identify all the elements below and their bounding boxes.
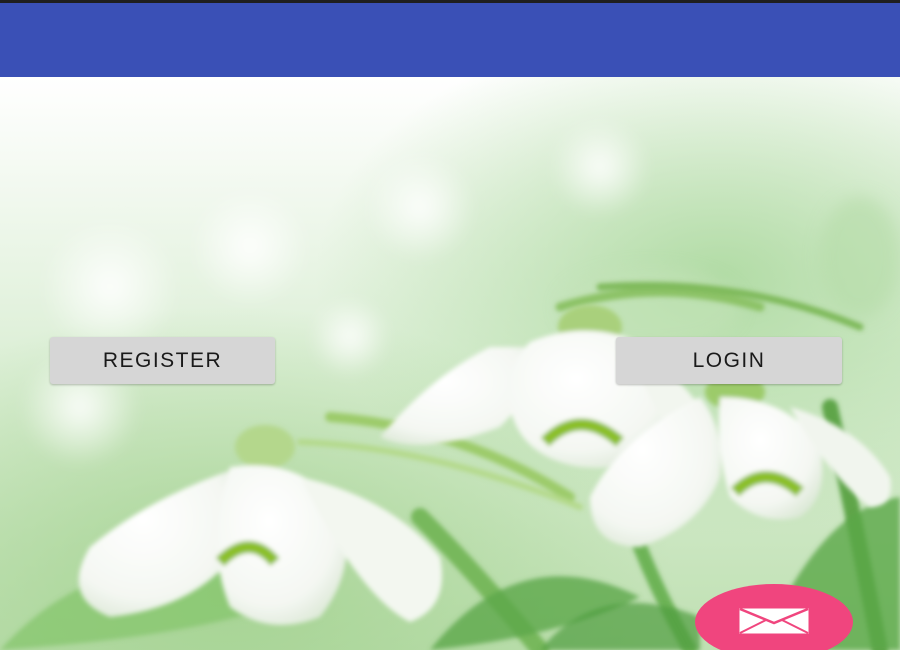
mail-icon: [739, 608, 809, 634]
app-bar: [0, 3, 900, 77]
login-button[interactable]: LOGIN: [616, 337, 842, 384]
register-button[interactable]: REGISTER: [50, 337, 275, 384]
status-bar: [0, 0, 900, 3]
mail-fab-button[interactable]: [695, 584, 853, 650]
app-screen: REGISTER LOGIN: [0, 0, 900, 650]
